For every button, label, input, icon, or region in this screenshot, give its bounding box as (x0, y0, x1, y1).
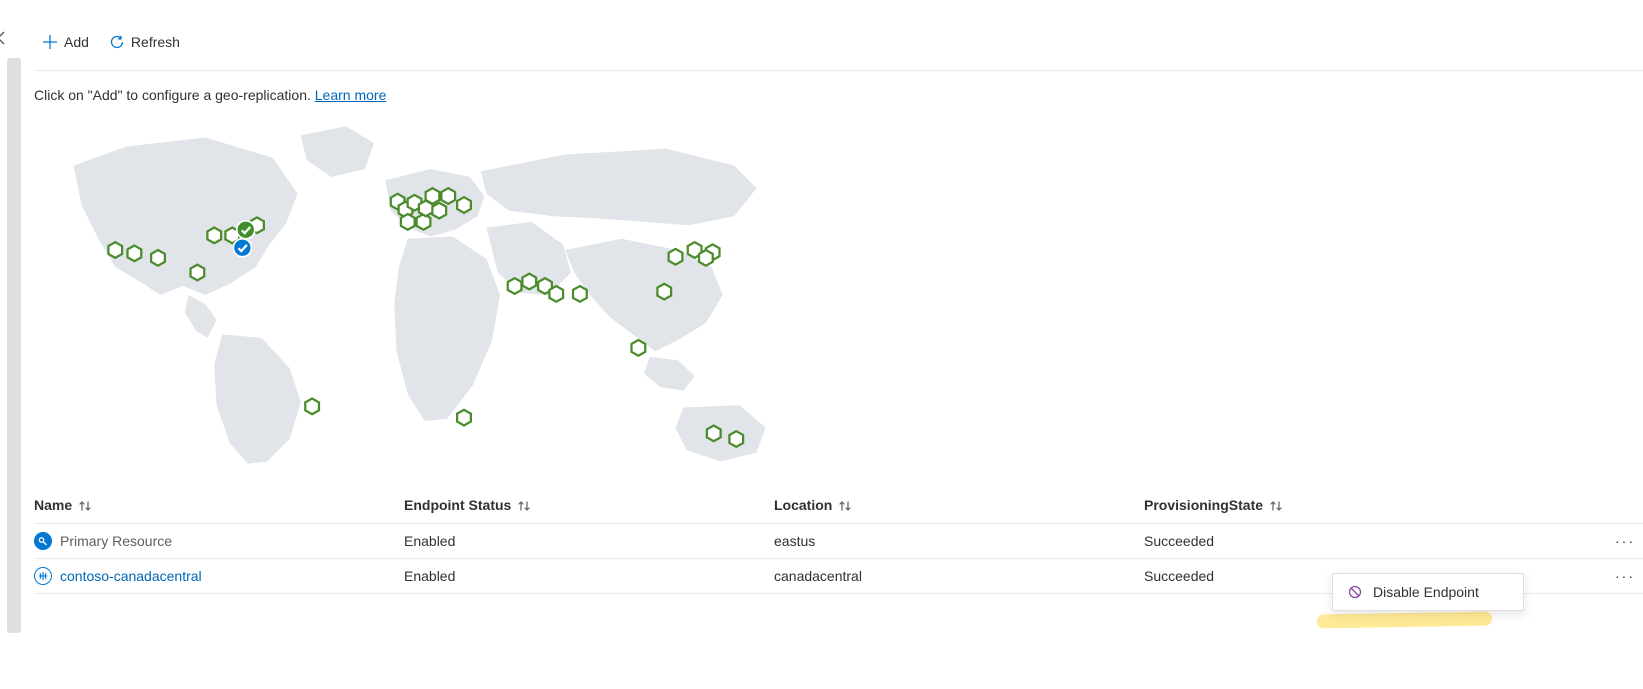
region-hex-icon[interactable] (707, 426, 721, 442)
cell-location: eastus (774, 524, 1144, 559)
hint-message: Click on "Add" to configure a geo-replic… (34, 87, 315, 103)
context-menu-item[interactable]: Disable Endpoint (1333, 574, 1523, 610)
table-row: Primary Resource EnabledeastusSucceeded ··… (34, 524, 1643, 559)
collapse-chevron-icon[interactable] (0, 30, 8, 50)
region-hex-icon[interactable] (699, 250, 713, 266)
column-header-actions (1603, 487, 1643, 524)
sort-icon (1269, 500, 1283, 512)
region-hex-icon[interactable] (729, 431, 743, 447)
region-hex-icon[interactable] (522, 274, 536, 290)
region-hex-icon[interactable] (657, 284, 671, 300)
region-hex-icon[interactable] (108, 242, 122, 258)
column-header-label: Location (774, 497, 832, 513)
command-bar: Add Refresh (34, 0, 1643, 71)
primary-resource-label: Primary Resource (60, 533, 172, 549)
region-hex-icon[interactable] (632, 340, 646, 356)
column-header-label: ProvisioningState (1144, 497, 1263, 513)
hint-text: Click on "Add" to configure a geo-replic… (34, 71, 1643, 111)
region-hex-icon[interactable] (508, 278, 522, 294)
add-button[interactable]: Add (34, 28, 97, 56)
column-header-state[interactable]: ProvisioningState (1144, 487, 1603, 524)
cell-endpoint: Enabled (404, 559, 774, 594)
region-hex-icon[interactable] (151, 250, 165, 266)
resource-icon (34, 532, 52, 550)
cell-location: canadacentral (774, 559, 1144, 594)
refresh-icon (109, 34, 125, 50)
sort-icon (838, 500, 852, 512)
plus-icon (42, 34, 58, 50)
region-pin-active-icon[interactable] (237, 221, 255, 239)
refresh-label: Refresh (131, 34, 180, 50)
region-hex-icon[interactable] (305, 399, 319, 415)
region-hex-icon[interactable] (401, 214, 415, 230)
column-header-location[interactable]: Location (774, 487, 1144, 524)
region-hex-icon[interactable] (432, 203, 446, 219)
region-hex-icon[interactable] (549, 286, 563, 302)
disable-endpoint-icon (1347, 584, 1363, 600)
row-context-menu: Disable Endpoint (1332, 573, 1524, 611)
row-actions-button[interactable]: ··· (1603, 524, 1643, 559)
row-actions-button[interactable]: ··· (1603, 559, 1643, 594)
region-hex-icon[interactable] (441, 188, 455, 204)
region-hex-icon[interactable] (457, 197, 471, 213)
column-header-name[interactable]: Name (34, 487, 404, 524)
region-hex-icon[interactable] (457, 410, 471, 426)
sort-icon (517, 500, 531, 512)
replication-link[interactable]: contoso-canadacentral (60, 568, 202, 584)
column-header-label: Endpoint Status (404, 497, 511, 513)
globe-icon (34, 567, 52, 585)
more-icon: ··· (1615, 533, 1635, 549)
refresh-button[interactable]: Refresh (101, 28, 188, 56)
cell-state: Succeeded (1144, 524, 1603, 559)
region-hex-icon[interactable] (426, 188, 440, 204)
region-hex-icon[interactable] (128, 246, 142, 262)
cell-endpoint: Enabled (404, 524, 774, 559)
learn-more-link[interactable]: Learn more (315, 87, 387, 103)
region-hex-icon[interactable] (207, 228, 221, 244)
region-pin-primary-icon[interactable] (233, 239, 251, 257)
context-menu-label: Disable Endpoint (1373, 584, 1479, 600)
world-map[interactable] (34, 115, 804, 475)
add-label: Add (64, 34, 89, 50)
region-hex-icon[interactable] (191, 265, 205, 281)
highlight-marker (1317, 611, 1492, 628)
scrollbar-track[interactable] (7, 58, 21, 633)
column-header-endpoint[interactable]: Endpoint Status (404, 487, 774, 524)
region-hex-icon[interactable] (573, 286, 587, 302)
region-hex-icon[interactable] (417, 214, 431, 230)
more-icon: ··· (1615, 568, 1635, 584)
column-header-label: Name (34, 497, 72, 513)
sort-icon (78, 500, 92, 512)
region-hex-icon[interactable] (669, 249, 683, 265)
